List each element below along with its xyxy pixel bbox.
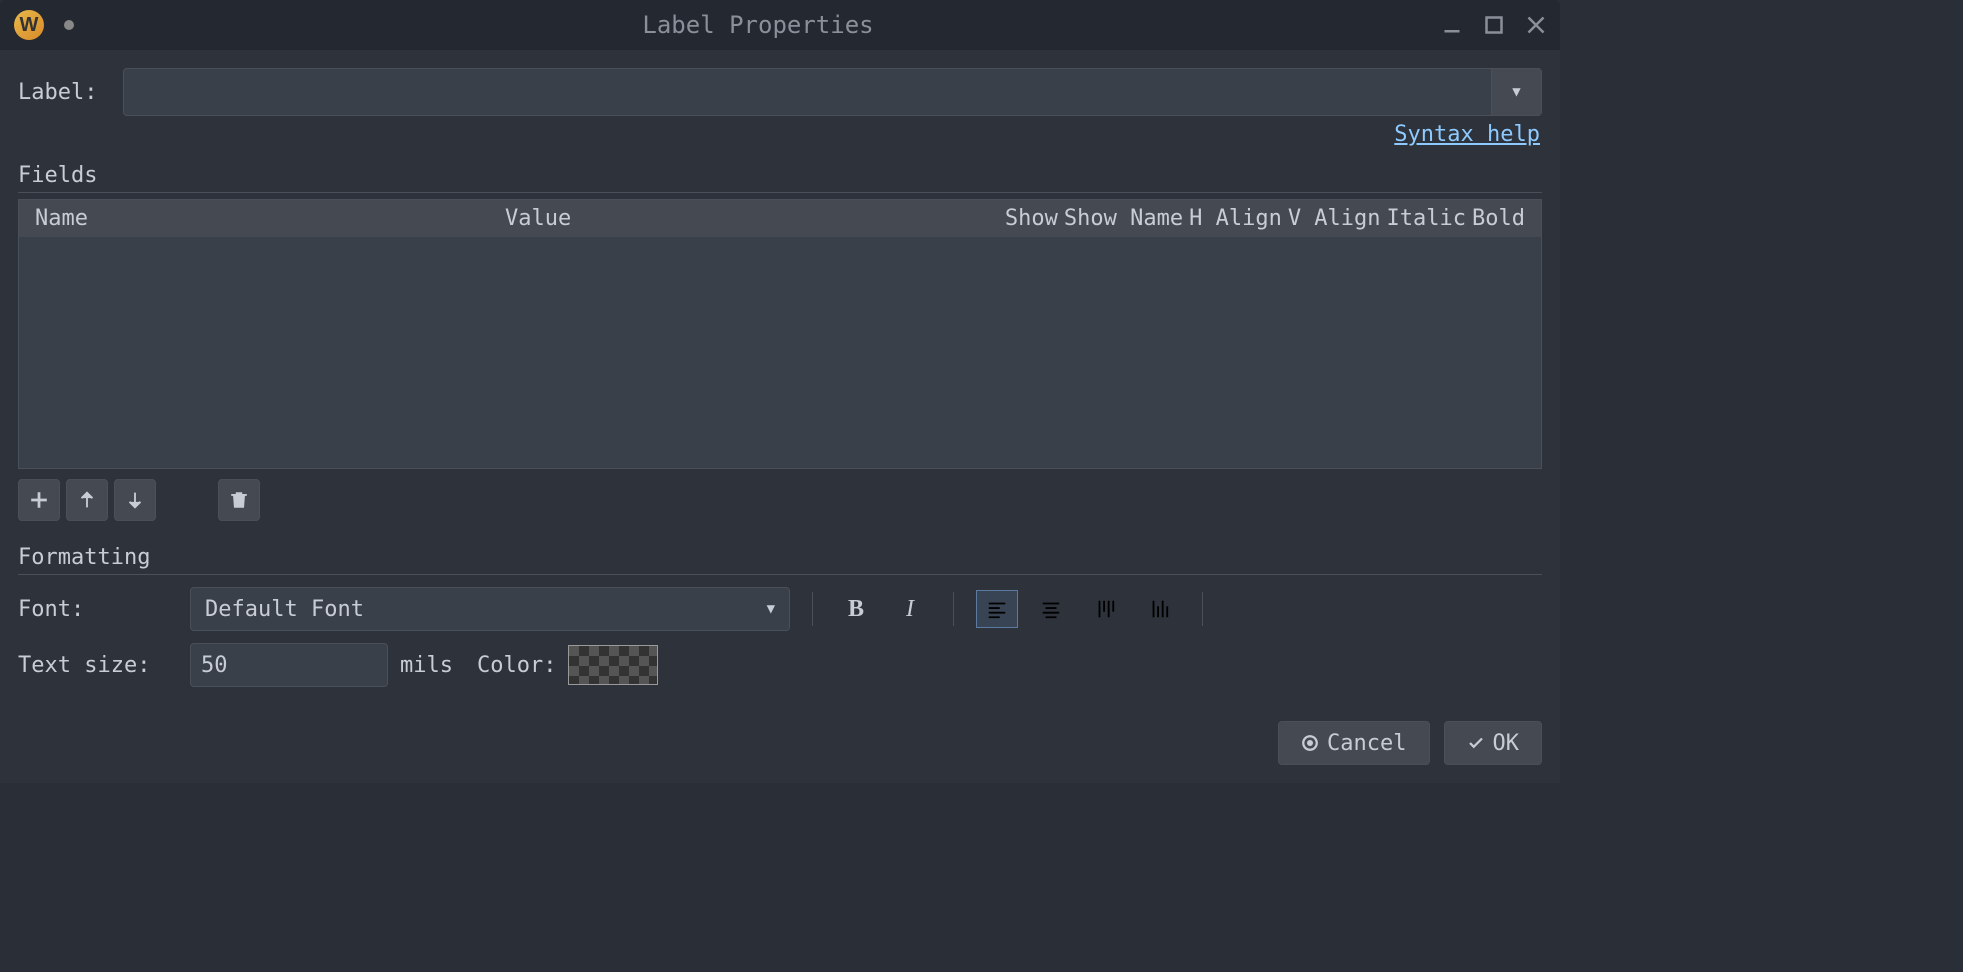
align-left-toggle[interactable] [976, 590, 1018, 628]
orientation-down-toggle[interactable] [1138, 590, 1180, 628]
cancel-button-label: Cancel [1327, 731, 1406, 756]
app-icon: W [14, 10, 44, 40]
font-select-value: Default Font [205, 597, 767, 622]
vertical-text-down-icon [1148, 598, 1170, 620]
fields-table-body[interactable] [19, 237, 1541, 468]
align-center-icon [1040, 598, 1062, 620]
orientation-up-toggle[interactable] [1084, 590, 1126, 628]
label-combobox[interactable]: ▼ [123, 68, 1542, 116]
font-select[interactable]: Default Font ▼ [190, 587, 790, 631]
label-input[interactable] [124, 80, 1491, 105]
cancel-button[interactable]: Cancel [1278, 721, 1429, 765]
separator [812, 592, 813, 626]
fields-table[interactable]: Name Value Show Show Name H Align V Alig… [18, 199, 1542, 469]
ok-button-label: OK [1493, 731, 1520, 756]
chevron-down-icon: ▼ [1512, 84, 1520, 100]
window-title: Label Properties [74, 11, 1442, 39]
plus-icon [28, 489, 50, 511]
vertical-text-up-icon [1094, 598, 1116, 620]
column-header-show-name[interactable]: Show Name [1064, 206, 1183, 231]
divider [18, 574, 1542, 575]
column-header-value[interactable]: Value [499, 206, 939, 231]
dialog-window: W Label Properties Label: ▼ [0, 0, 1560, 783]
arrow-up-icon [76, 489, 98, 511]
maximize-button[interactable] [1484, 15, 1504, 35]
close-button[interactable] [1526, 15, 1546, 35]
column-header-v-align[interactable]: V Align [1288, 206, 1381, 231]
column-header-bold[interactable]: Bold [1472, 206, 1525, 231]
label-field-label: Label: [18, 80, 113, 105]
text-size-input[interactable] [190, 643, 388, 687]
bold-icon: B [848, 596, 864, 623]
add-field-button[interactable] [18, 479, 60, 521]
syntax-help-link[interactable]: Syntax help [1394, 122, 1540, 147]
chevron-down-icon: ▼ [767, 601, 775, 617]
align-left-icon [986, 598, 1008, 620]
move-up-button[interactable] [66, 479, 108, 521]
modified-indicator-icon [64, 20, 74, 30]
formatting-section-title: Formatting [18, 545, 1542, 570]
minimize-button[interactable] [1442, 15, 1462, 35]
text-size-label: Text size: [18, 653, 178, 678]
fields-table-header: Name Value Show Show Name H Align V Alig… [19, 200, 1541, 237]
italic-toggle[interactable]: I [889, 590, 931, 628]
check-icon [1467, 734, 1485, 752]
bold-toggle[interactable]: B [835, 590, 877, 628]
align-center-toggle[interactable] [1030, 590, 1072, 628]
titlebar: W Label Properties [0, 0, 1560, 50]
separator [953, 592, 954, 626]
separator [1202, 592, 1203, 626]
label-dropdown-button[interactable]: ▼ [1491, 69, 1541, 115]
column-header-italic[interactable]: Italic [1387, 206, 1466, 231]
ok-button[interactable]: OK [1444, 721, 1543, 765]
divider [18, 192, 1542, 193]
cancel-icon [1301, 734, 1319, 752]
trash-icon [228, 489, 250, 511]
column-header-name[interactable]: Name [29, 206, 499, 231]
arrow-down-icon [124, 489, 146, 511]
color-swatch-button[interactable] [568, 645, 658, 685]
move-down-button[interactable] [114, 479, 156, 521]
fields-section-title: Fields [18, 163, 1542, 188]
column-header-show[interactable]: Show [1005, 206, 1058, 231]
italic-icon: I [906, 596, 914, 623]
text-size-units: mils [400, 653, 465, 678]
column-header-h-align[interactable]: H Align [1189, 206, 1282, 231]
color-label: Color: [477, 653, 556, 678]
delete-field-button[interactable] [218, 479, 260, 521]
font-label: Font: [18, 597, 178, 622]
